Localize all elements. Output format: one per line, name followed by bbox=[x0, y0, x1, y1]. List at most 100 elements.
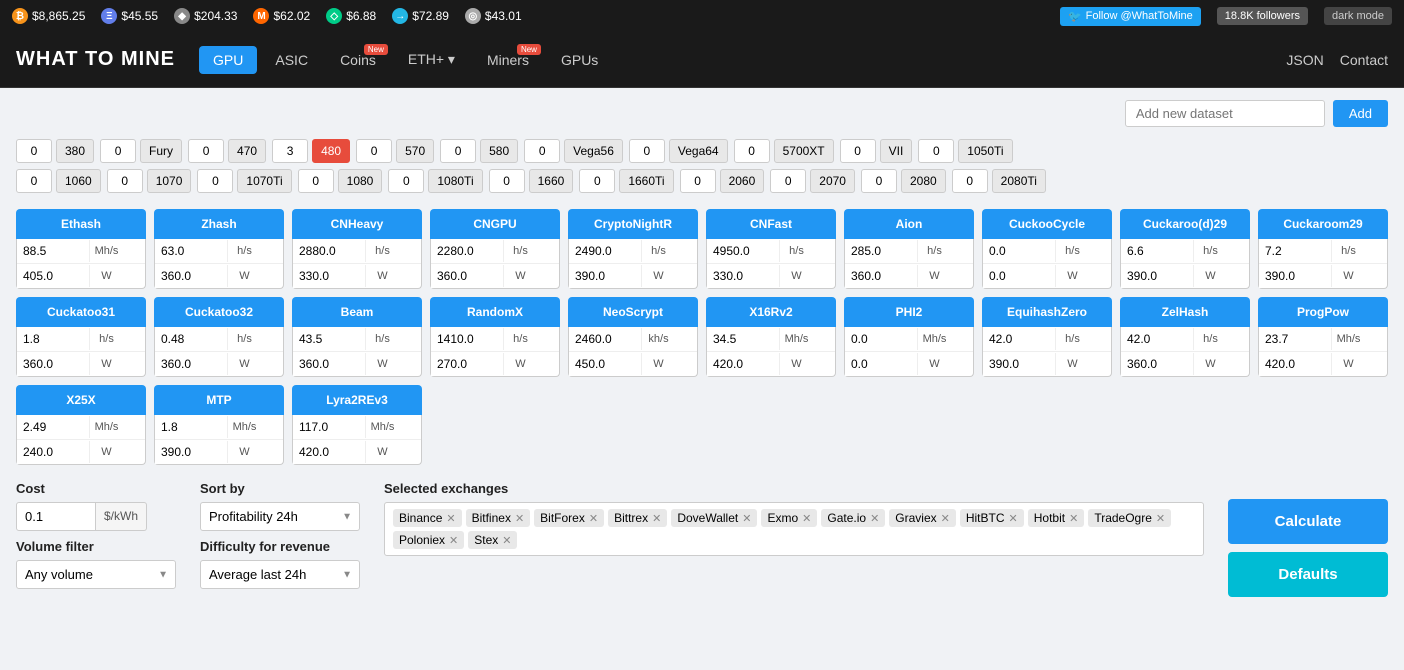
dataset-input[interactable] bbox=[1125, 100, 1325, 127]
algo-button-mtp[interactable]: MTP bbox=[154, 385, 284, 415]
exchange-remove[interactable]: ✕ bbox=[502, 534, 511, 547]
algo-power-input[interactable] bbox=[431, 264, 503, 288]
algo-hash-input[interactable] bbox=[293, 327, 365, 351]
gpu-count-input[interactable] bbox=[770, 169, 806, 193]
follow-button[interactable]: 🐦 Follow @WhatToMine bbox=[1060, 7, 1201, 26]
nav-miners[interactable]: Miners New bbox=[473, 46, 543, 74]
exchange-remove[interactable]: ✕ bbox=[446, 512, 455, 525]
gpu-count-input[interactable] bbox=[298, 169, 334, 193]
algo-power-input[interactable] bbox=[1121, 352, 1193, 376]
exchange-remove[interactable]: ✕ bbox=[802, 512, 811, 525]
gpu-count-input[interactable] bbox=[16, 169, 52, 193]
algo-hash-input[interactable] bbox=[17, 415, 89, 439]
gpu-count-input[interactable] bbox=[952, 169, 988, 193]
algo-power-input[interactable] bbox=[1259, 352, 1331, 376]
algo-power-input[interactable] bbox=[707, 352, 779, 376]
nav-gpus[interactable]: GPUs bbox=[547, 46, 612, 74]
algo-power-input[interactable] bbox=[431, 352, 503, 376]
algo-button-randomx[interactable]: RandomX bbox=[430, 297, 560, 327]
algo-hash-input[interactable] bbox=[707, 239, 779, 263]
algo-hash-input[interactable] bbox=[155, 415, 227, 439]
algo-power-input[interactable] bbox=[569, 264, 641, 288]
gpu-count-input[interactable] bbox=[356, 139, 392, 163]
algo-power-input[interactable] bbox=[155, 264, 227, 288]
gpu-count-input[interactable] bbox=[579, 169, 615, 193]
gpu-count-input[interactable] bbox=[524, 139, 560, 163]
exchange-remove[interactable]: ✕ bbox=[589, 512, 598, 525]
gpu-count-input[interactable] bbox=[188, 139, 224, 163]
nav-contact[interactable]: Contact bbox=[1340, 52, 1388, 68]
gpu-count-input[interactable] bbox=[629, 139, 665, 163]
algo-power-input[interactable] bbox=[293, 440, 365, 464]
algo-hash-input[interactable] bbox=[431, 239, 503, 263]
algo-button-cnfast[interactable]: CNFast bbox=[706, 209, 836, 239]
algo-hash-input[interactable] bbox=[155, 239, 227, 263]
exchange-remove[interactable]: ✕ bbox=[515, 512, 524, 525]
algo-button-lyra2rev3[interactable]: Lyra2REv3 bbox=[292, 385, 422, 415]
algo-hash-input[interactable] bbox=[17, 327, 89, 351]
algo-button-equihashzero[interactable]: EquihashZero bbox=[982, 297, 1112, 327]
algo-power-input[interactable] bbox=[1121, 264, 1193, 288]
gpu-count-input[interactable] bbox=[734, 139, 770, 163]
gpu-count-input[interactable] bbox=[918, 139, 954, 163]
algo-button-phi2[interactable]: PHI2 bbox=[844, 297, 974, 327]
algo-button-x16rv2[interactable]: X16Rv2 bbox=[706, 297, 836, 327]
gpu-count-input[interactable] bbox=[840, 139, 876, 163]
add-dataset-button[interactable]: Add bbox=[1333, 100, 1388, 127]
algo-hash-input[interactable] bbox=[1259, 327, 1331, 351]
exchange-remove[interactable]: ✕ bbox=[941, 512, 950, 525]
algo-power-input[interactable] bbox=[293, 264, 365, 288]
algo-power-input[interactable] bbox=[17, 264, 89, 288]
algo-hash-input[interactable] bbox=[707, 327, 779, 351]
algo-button-progpow[interactable]: ProgPow bbox=[1258, 297, 1388, 327]
exchange-remove[interactable]: ✕ bbox=[1069, 512, 1078, 525]
algo-power-input[interactable] bbox=[569, 352, 641, 376]
exchange-remove[interactable]: ✕ bbox=[742, 512, 751, 525]
gpu-count-input[interactable] bbox=[440, 139, 476, 163]
nav-coins[interactable]: Coins New bbox=[326, 46, 390, 74]
algo-hash-input[interactable] bbox=[1121, 327, 1193, 351]
dark-mode-button[interactable]: dark mode bbox=[1324, 7, 1392, 25]
gpu-count-input[interactable] bbox=[16, 139, 52, 163]
algo-button-cngpu[interactable]: CNGPU bbox=[430, 209, 560, 239]
algo-power-input[interactable] bbox=[845, 264, 917, 288]
gpu-count-input[interactable] bbox=[489, 169, 525, 193]
gpu-count-input[interactable] bbox=[680, 169, 716, 193]
algo-hash-input[interactable] bbox=[569, 327, 641, 351]
algo-power-input[interactable] bbox=[17, 352, 89, 376]
algo-button-cuckoocycle[interactable]: CuckooCycle bbox=[982, 209, 1112, 239]
gpu-count-input[interactable] bbox=[197, 169, 233, 193]
algo-hash-input[interactable] bbox=[569, 239, 641, 263]
algo-hash-input[interactable] bbox=[845, 327, 917, 351]
algo-button-cuckaroom29[interactable]: Cuckaroom29 bbox=[1258, 209, 1388, 239]
nav-gpu[interactable]: GPU bbox=[199, 46, 257, 74]
nav-asic[interactable]: ASIC bbox=[261, 46, 322, 74]
algo-hash-input[interactable] bbox=[1121, 239, 1193, 263]
calculate-button[interactable]: Calculate bbox=[1228, 499, 1388, 544]
algo-button-cuckatoo31[interactable]: Cuckatoo31 bbox=[16, 297, 146, 327]
algo-hash-input[interactable] bbox=[983, 239, 1055, 263]
algo-hash-input[interactable] bbox=[293, 239, 365, 263]
gpu-count-input[interactable] bbox=[272, 139, 308, 163]
exchange-remove[interactable]: ✕ bbox=[870, 512, 879, 525]
algo-button-zelhash[interactable]: ZelHash bbox=[1120, 297, 1250, 327]
algo-hash-input[interactable] bbox=[17, 239, 89, 263]
algo-button-zhash[interactable]: Zhash bbox=[154, 209, 284, 239]
algo-power-input[interactable] bbox=[155, 440, 227, 464]
algo-hash-input[interactable] bbox=[983, 327, 1055, 351]
algo-button-x25x[interactable]: X25X bbox=[16, 385, 146, 415]
algo-button-neoscrypt[interactable]: NeoScrypt bbox=[568, 297, 698, 327]
nav-json[interactable]: JSON bbox=[1286, 52, 1323, 68]
algo-power-input[interactable] bbox=[1259, 264, 1331, 288]
algo-power-input[interactable] bbox=[983, 352, 1055, 376]
nav-eth-plus[interactable]: ETH+ ▾ bbox=[394, 45, 469, 74]
gpu-count-input[interactable] bbox=[100, 139, 136, 163]
algo-power-input[interactable] bbox=[293, 352, 365, 376]
algo-button-cuckaroo(d)29[interactable]: Cuckaroo(d)29 bbox=[1120, 209, 1250, 239]
exchange-remove[interactable]: ✕ bbox=[449, 534, 458, 547]
algo-hash-input[interactable] bbox=[293, 415, 365, 439]
defaults-button[interactable]: Defaults bbox=[1228, 552, 1388, 597]
algo-hash-input[interactable] bbox=[155, 327, 227, 351]
gpu-count-input[interactable] bbox=[861, 169, 897, 193]
algo-hash-input[interactable] bbox=[1259, 239, 1331, 263]
